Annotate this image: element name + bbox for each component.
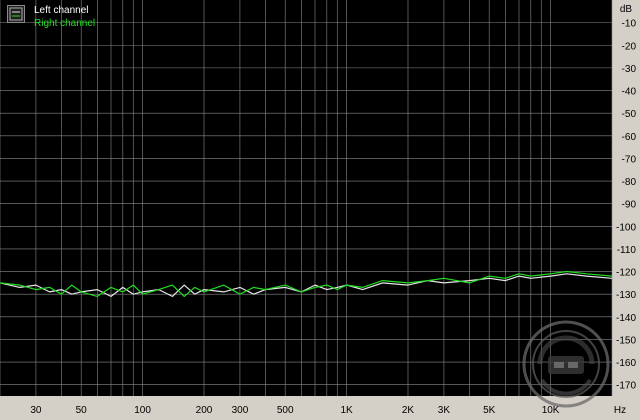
y-tick-label: -70 (622, 154, 637, 165)
x-tick-label: 3K (438, 405, 451, 416)
y-tick-labels: -10 -20 -30 -40 -50 -60 -70 -80 -90 -100 -110 -120 -… (616, 19, 636, 392)
x-tick-label: 100 (134, 405, 151, 416)
y-tick-label: -80 (622, 177, 637, 188)
x-tick-label: 300 (232, 405, 249, 416)
legend-right-channel: Right channel (34, 18, 96, 29)
spectrum-chart-window: 30 50 100 200 300 500 1K 2K 3K 5K 10K -10 -20 -30 -40… (0, 0, 640, 420)
y-tick-label: -30 (622, 64, 637, 75)
y-tick-label: -160 (616, 358, 636, 369)
y-tick-label: -60 (622, 132, 637, 143)
y-tick-label: -110 (617, 245, 637, 256)
legend-left-channel: Left channel (34, 5, 89, 16)
x-axis-label: Hz (614, 405, 626, 416)
x-tick-label: 50 (76, 405, 88, 416)
y-tick-label: -50 (622, 109, 637, 120)
x-tick-label: 2K (402, 405, 415, 416)
y-tick-label: -150 (616, 335, 636, 346)
y-tick-label: -130 (616, 290, 636, 301)
x-tick-label: 200 (196, 405, 213, 416)
y-tick-label: -10 (622, 19, 637, 30)
y-tick-label: -40 (622, 87, 637, 98)
y-tick-label: -170 (616, 381, 636, 392)
y-tick-label: -90 (622, 200, 637, 211)
y-tick-label: -120 (616, 268, 636, 279)
y-tick-label: -100 (616, 222, 636, 233)
x-tick-label: 1K (340, 405, 353, 416)
y-axis-label: dB (620, 4, 633, 15)
y-tick-label: -140 (616, 313, 636, 324)
x-tick-labels: 30 50 100 200 300 500 1K 2K 3K 5K 10K (30, 405, 559, 416)
y-tick-label: -20 (622, 41, 637, 52)
x-tick-label: 5K (483, 405, 496, 416)
site-logo-seal (520, 318, 612, 410)
x-tick-label: 500 (277, 405, 294, 416)
x-tick-label: 30 (30, 405, 42, 416)
legend-toggle-icon[interactable] (7, 5, 25, 23)
